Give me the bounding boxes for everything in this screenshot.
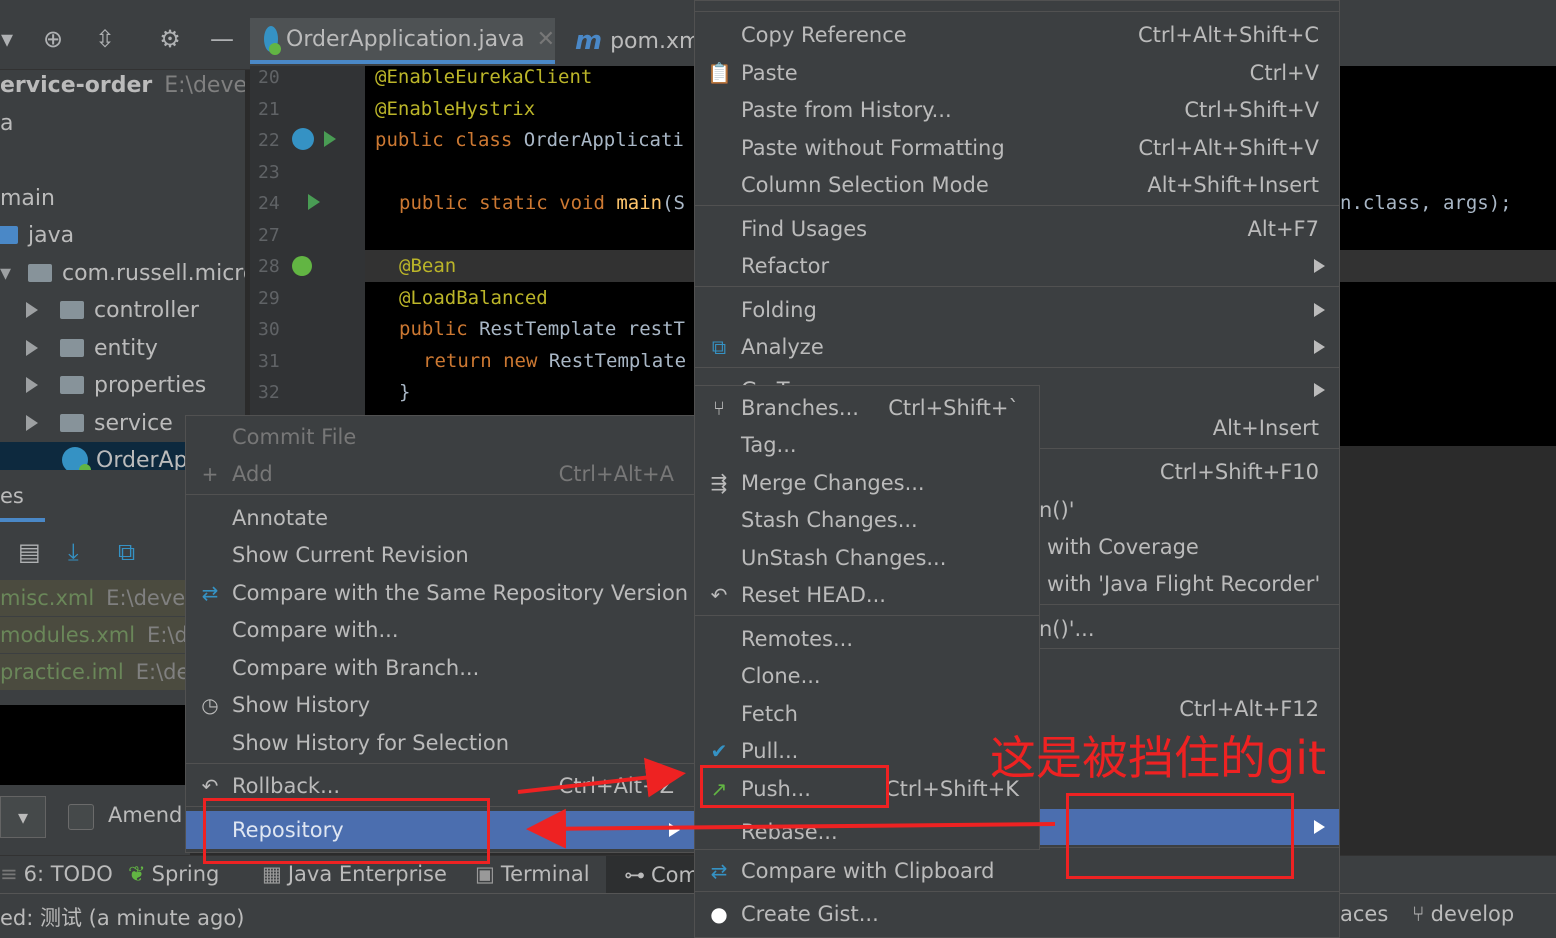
arrow-to-repository xyxy=(526,808,1056,849)
arrow-to-push xyxy=(517,757,686,798)
annotation-arrows xyxy=(517,757,1056,849)
